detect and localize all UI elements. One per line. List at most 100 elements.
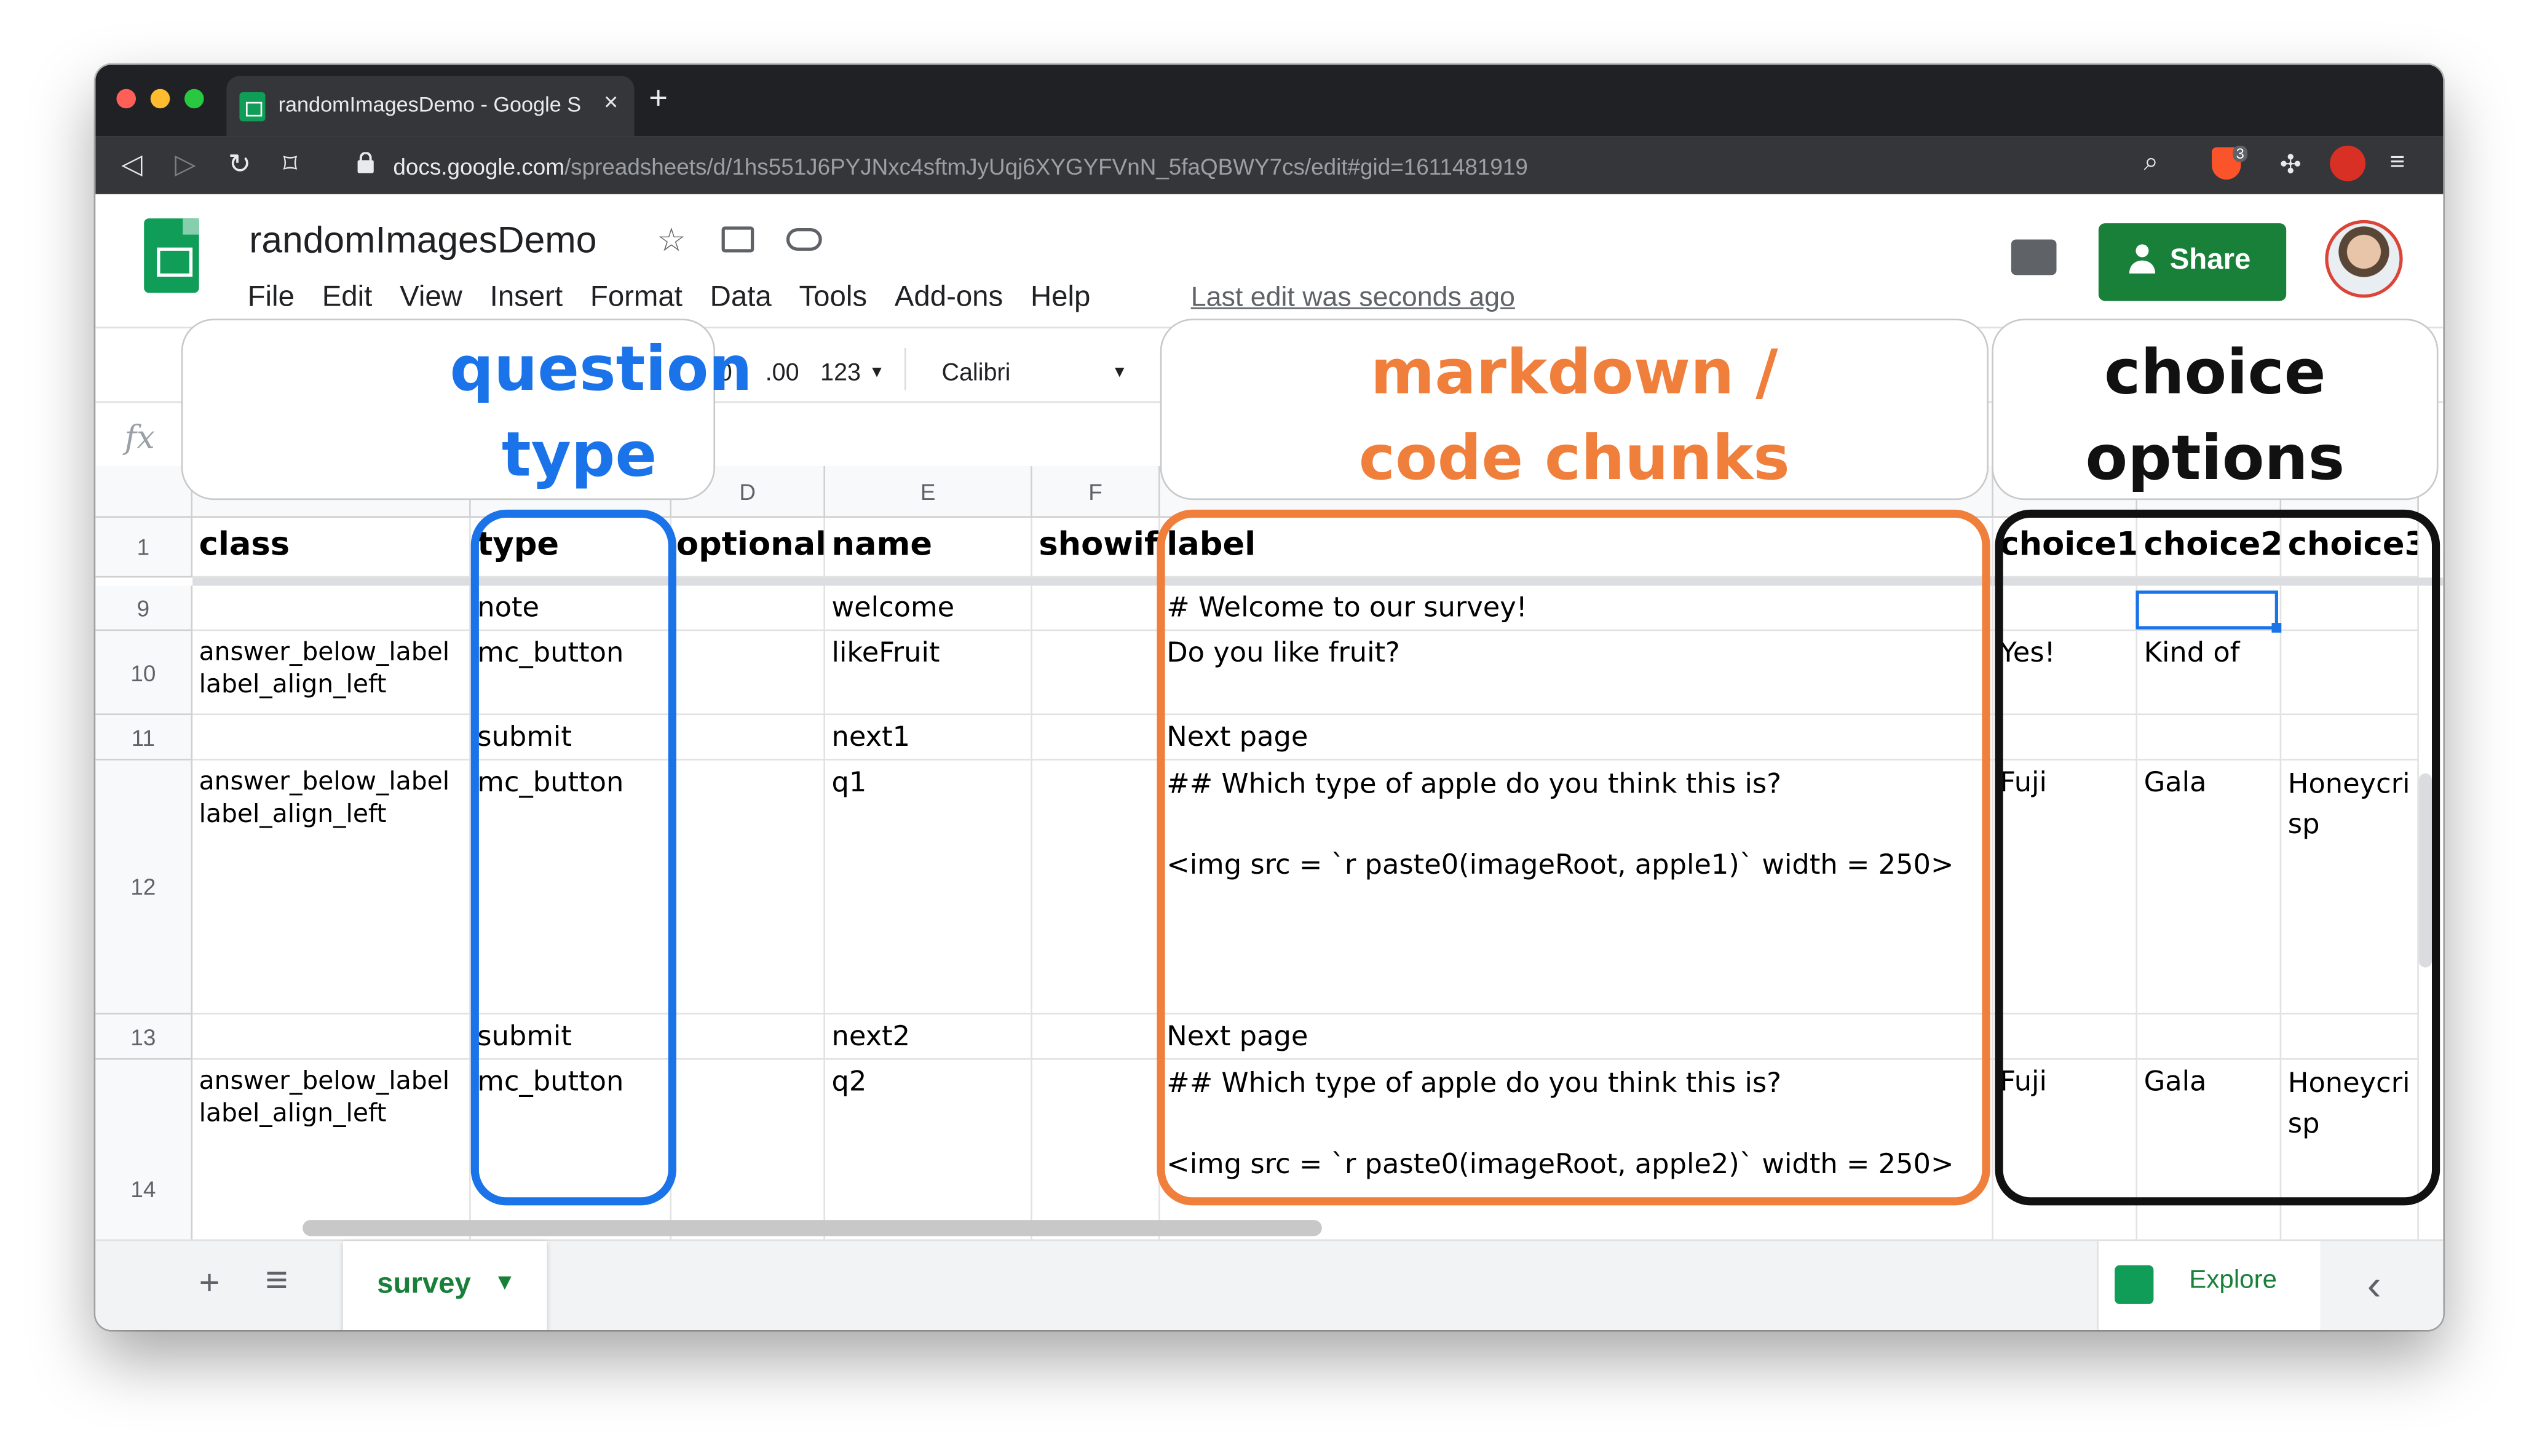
- cell-showif[interactable]: [1032, 1059, 1160, 1240]
- cell-class[interactable]: [192, 585, 471, 631]
- cell-showif[interactable]: [1032, 1014, 1160, 1060]
- row-header[interactable]: 11: [95, 715, 193, 761]
- menu-insert[interactable]: Insert: [490, 280, 563, 312]
- cell-name[interactable]: welcome: [825, 585, 1032, 631]
- header-cell-showif[interactable]: showif: [1032, 518, 1160, 578]
- explore-button[interactable]: Explore: [2097, 1241, 2321, 1331]
- cell-optional[interactable]: [671, 760, 826, 1015]
- star-icon[interactable]: ☆: [657, 220, 686, 261]
- sheet-tab-caret-icon[interactable]: ▼: [494, 1268, 516, 1294]
- cell-showif[interactable]: [1032, 715, 1160, 761]
- menu-tools[interactable]: Tools: [799, 280, 867, 312]
- sheets-favicon-icon: [239, 92, 266, 122]
- cell-class[interactable]: answer_below_label label_align_left: [192, 631, 471, 716]
- avatar[interactable]: [2325, 220, 2403, 298]
- close-window-button[interactable]: [116, 89, 137, 109]
- header-cell-name[interactable]: name: [825, 518, 1032, 578]
- last-edit-link[interactable]: Last edit was seconds ago: [1191, 282, 1515, 314]
- menu-bar: File Edit View Insert Format Data Tools Add-ons…: [248, 280, 1118, 314]
- collapse-side-panel-icon[interactable]: ‹: [2367, 1260, 2381, 1311]
- callout-markdown: markdown / code chunks: [1160, 318, 1989, 501]
- tab-title: randomImagesDemo - Google S: [278, 92, 582, 117]
- row-header[interactable]: 1: [95, 518, 193, 578]
- all-sheets-button[interactable]: ≡: [266, 1259, 288, 1304]
- cell-class[interactable]: answer_below_label label_align_left: [192, 760, 471, 1015]
- url-text: docs.google.com/spreadsheets/d/1hs551J6P…: [393, 154, 1527, 180]
- extensions-icon[interactable]: ✣: [2280, 149, 2302, 181]
- toolbar-divider: [904, 347, 906, 390]
- share-person-icon: [2129, 244, 2156, 274]
- cell-class[interactable]: [192, 715, 471, 761]
- select-all-corner[interactable]: [95, 465, 193, 518]
- row-header[interactable]: 12: [95, 760, 193, 1015]
- type-column-highlight: [470, 509, 676, 1206]
- shield-badge: 3: [2233, 145, 2248, 162]
- tab-strip: randomImagesDemo - Google S × +: [95, 65, 2444, 136]
- increase-decimals-button[interactable]: .00: [766, 359, 799, 387]
- label-column-highlight: [1157, 509, 1990, 1206]
- cell-name[interactable]: next2: [825, 1014, 1032, 1060]
- menu-help[interactable]: Help: [1031, 280, 1090, 312]
- choice-columns-highlight: [1995, 509, 2440, 1206]
- row-header[interactable]: 14: [95, 1059, 193, 1240]
- row-header[interactable]: 13: [95, 1014, 193, 1060]
- cell-name[interactable]: next1: [825, 715, 1032, 761]
- row-header[interactable]: 9: [95, 585, 193, 631]
- more-formats-caret-icon[interactable]: ▼: [869, 364, 885, 382]
- cell-optional[interactable]: [671, 715, 826, 761]
- cell-optional[interactable]: [671, 1059, 826, 1240]
- cell-name[interactable]: q1: [825, 760, 1032, 1015]
- menu-format[interactable]: Format: [590, 280, 683, 312]
- share-button[interactable]: Share: [2098, 223, 2287, 301]
- menu-icon[interactable]: ≡: [2390, 149, 2405, 178]
- menu-data[interactable]: Data: [710, 280, 772, 312]
- callout-question-type-text: question type: [449, 333, 753, 491]
- close-tab-icon[interactable]: ×: [604, 89, 618, 117]
- sheet-tab-survey[interactable]: survey ▼: [342, 1241, 547, 1331]
- url-bar[interactable]: docs.google.com/spreadsheets/d/1hs551J6P…: [338, 143, 2241, 188]
- cell-showif[interactable]: [1032, 760, 1160, 1015]
- cell-showif[interactable]: [1032, 631, 1160, 716]
- cell-name[interactable]: q2: [825, 1059, 1032, 1240]
- menu-view[interactable]: View: [400, 280, 462, 312]
- comments-icon[interactable]: [2011, 239, 2057, 275]
- back-icon[interactable]: ◁: [121, 149, 142, 181]
- menu-edit[interactable]: Edit: [322, 280, 373, 312]
- column-header-f[interactable]: F: [1032, 465, 1160, 518]
- callout-choice-options: choice options: [1992, 318, 2439, 501]
- horizontal-scrollbar[interactable]: [303, 1220, 1322, 1236]
- font-selector[interactable]: Calibri: [941, 359, 1010, 387]
- header-cell-optional[interactable]: optional: [671, 518, 826, 578]
- cell-optional[interactable]: [671, 631, 826, 716]
- fx-icon: fx: [124, 417, 155, 457]
- cell-class[interactable]: [192, 1014, 471, 1060]
- sheets-logo-icon[interactable]: [144, 218, 199, 293]
- cell-showif[interactable]: [1032, 585, 1160, 631]
- move-folder-icon[interactable]: [721, 226, 754, 253]
- add-sheet-button[interactable]: +: [199, 1262, 220, 1304]
- url-host: docs.google.com: [393, 153, 564, 180]
- font-caret-icon[interactable]: ▼: [1112, 364, 1128, 382]
- header-cell-class[interactable]: class: [192, 518, 471, 578]
- row-header[interactable]: 10: [95, 631, 193, 716]
- cell-optional[interactable]: [671, 585, 826, 631]
- share-label: Share: [2169, 242, 2251, 275]
- more-formats-button[interactable]: 123: [820, 359, 861, 387]
- profile-icon[interactable]: [2330, 145, 2366, 181]
- bookmark-icon[interactable]: ⌑: [283, 149, 297, 181]
- zoom-icon[interactable]: ⌕: [2144, 149, 2159, 178]
- forward-icon[interactable]: ▷: [175, 149, 196, 181]
- cell-optional[interactable]: [671, 1014, 826, 1060]
- new-tab-button[interactable]: +: [649, 81, 668, 119]
- document-title[interactable]: randomImagesDemo: [249, 218, 596, 262]
- cloud-status-icon[interactable]: [786, 228, 822, 251]
- menu-addons[interactable]: Add-ons: [895, 280, 1003, 312]
- column-header-e[interactable]: E: [825, 465, 1032, 518]
- browser-tab[interactable]: randomImagesDemo - Google S ×: [226, 76, 635, 136]
- cell-class[interactable]: answer_below_label label_align_left: [192, 1059, 471, 1240]
- cell-name[interactable]: likeFruit: [825, 631, 1032, 716]
- zoom-window-button[interactable]: [184, 89, 204, 109]
- minimize-window-button[interactable]: [150, 89, 170, 109]
- menu-file[interactable]: File: [248, 280, 295, 312]
- reload-icon[interactable]: ↻: [228, 149, 251, 181]
